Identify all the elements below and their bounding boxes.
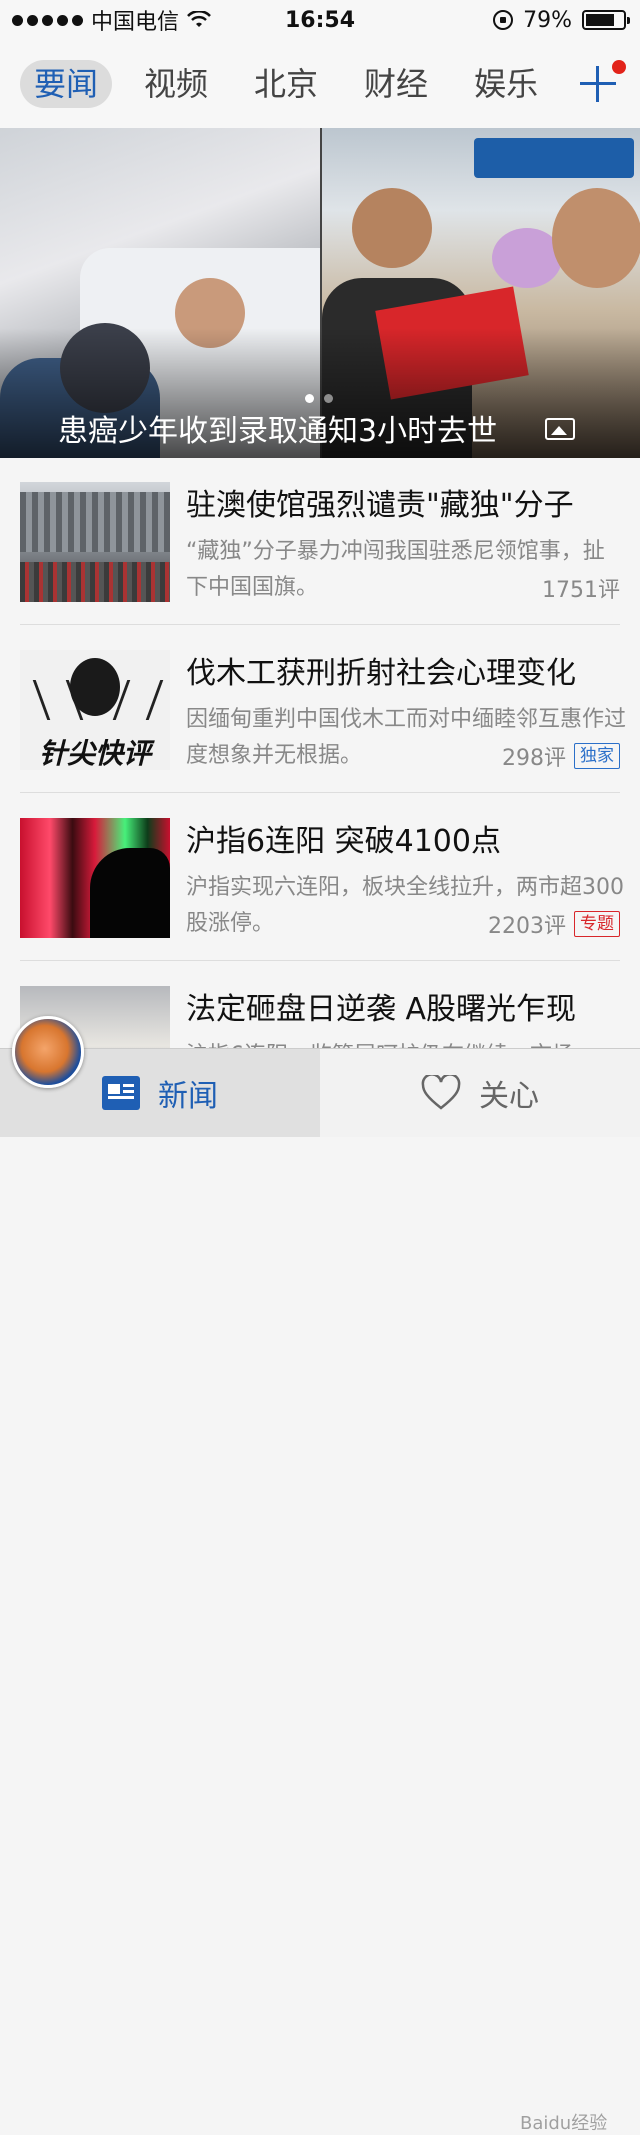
battery-icon xyxy=(582,10,630,30)
news-meta: 298评 独家 xyxy=(502,740,620,772)
hero-pager xyxy=(305,394,333,403)
tab-finance[interactable]: 财经 xyxy=(350,60,442,108)
newspaper-icon xyxy=(102,1076,140,1110)
channel-tab-row: 要闻 视频 北京 财经 娱乐 体 xyxy=(20,60,630,108)
battery-percent: 79% xyxy=(523,7,572,33)
news-title: 法定砸盘日逆袭 A股曙光乍现 xyxy=(186,992,577,1027)
news-meta: 1751评 xyxy=(542,572,620,604)
tab-video[interactable]: 视频 xyxy=(130,60,222,108)
news-thumbnail xyxy=(20,818,170,938)
news-item[interactable]: 针尖快评 伐木工获刑折射社会心理变化 因缅甸重判中国伐木工而对中缅睦邻互惠作过度… xyxy=(20,626,626,793)
news-title: 沪指6连阳 突破4100点 xyxy=(186,824,501,859)
tab-care[interactable]: 关心 xyxy=(320,1049,640,1137)
news-item[interactable]: 驻澳使馆强烈谴责"藏独"分子 “藏独”分子暴力冲闯我国驻悉尼领馆事，扯下中国国旗… xyxy=(20,458,620,625)
status-right: 79% xyxy=(493,0,630,40)
user-avatar[interactable] xyxy=(12,1016,84,1088)
comment-count: 1751评 xyxy=(542,578,620,603)
hero-caption[interactable]: 患癌少年收到录取通知3小时去世 xyxy=(58,406,497,450)
topic-tag: 专题 xyxy=(574,911,620,937)
hero-slider[interactable]: 患癌少年收到录取通知3小时去世 xyxy=(0,128,640,458)
pager-dot-active xyxy=(305,394,314,403)
news-title: 伐木工获刑折射社会心理变化 xyxy=(186,656,576,691)
plus-icon-vertical xyxy=(596,66,599,102)
news-thumbnail: 针尖快评 xyxy=(20,650,170,770)
watermark: Baidu经验 xyxy=(520,2113,608,2134)
news-summary: 沪指6连阳，监管层呵护仍在继续，市场 xyxy=(186,1038,626,1048)
news-meta: 2203评 专题 xyxy=(488,908,620,940)
thumbnail-caption: 针尖快评 xyxy=(38,737,151,770)
bottom-tab-bar: 新闻 关心 Baidu经验 xyxy=(0,1048,640,2134)
news-title: 驻澳使馆强烈谴责"藏独"分子 xyxy=(186,488,574,523)
news-thumbnail xyxy=(20,482,170,602)
news-list: 驻澳使馆强烈谴责"藏独"分子 “藏独”分子暴力冲闯我国驻悉尼领馆事，扯下中国国旗… xyxy=(0,458,640,1048)
status-bar: 中国电信 16:54 79% xyxy=(0,0,640,40)
channel-tabs: 要闻 视频 北京 财经 娱乐 体 xyxy=(0,40,640,129)
tab-yaowen[interactable]: 要闻 xyxy=(20,60,113,108)
pager-dot xyxy=(324,394,333,403)
comment-count: 298评 xyxy=(502,746,566,771)
tab-news-label: 新闻 xyxy=(158,1079,218,1114)
exclusive-tag: 独家 xyxy=(574,743,620,769)
heart-icon xyxy=(421,1075,461,1110)
tab-beijing[interactable]: 北京 xyxy=(240,60,332,108)
rotation-lock-icon xyxy=(493,10,514,30)
tab-entertainment[interactable]: 娱乐 xyxy=(460,60,552,108)
news-item[interactable]: 法定砸盘日逆袭 A股曙光乍现 沪指6连阳，监管层呵护仍在继续，市场 xyxy=(20,962,620,1048)
news-item[interactable]: 沪指6连阳 突破4100点 沪指实现六连阳，板块全线拉升，两市超300股涨停。 … xyxy=(20,794,624,961)
gallery-icon xyxy=(545,418,575,440)
battery-fill xyxy=(586,14,615,26)
add-channel-button[interactable] xyxy=(570,40,640,128)
comment-count: 2203评 xyxy=(488,914,566,939)
tab-care-label: 关心 xyxy=(479,1079,539,1114)
notification-dot xyxy=(612,60,626,74)
